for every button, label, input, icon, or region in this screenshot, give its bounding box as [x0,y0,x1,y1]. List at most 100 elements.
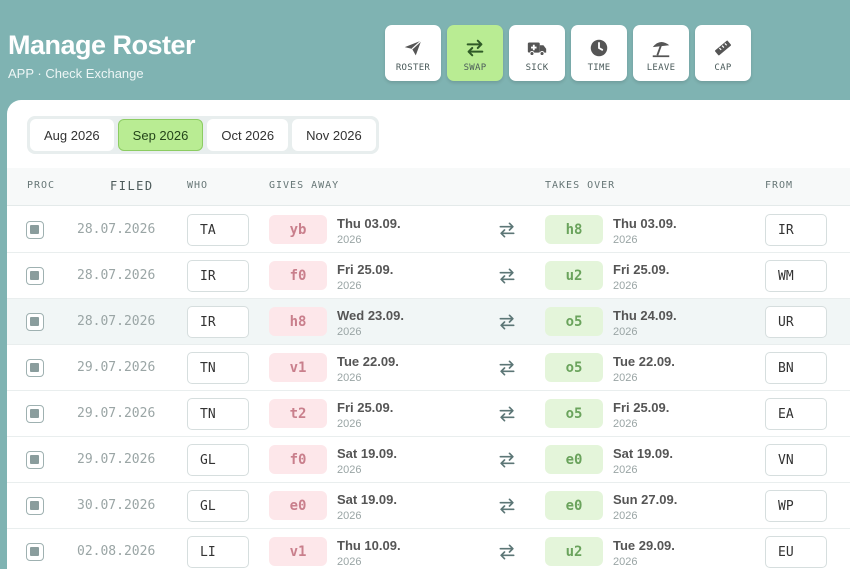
take-year: 2026 [613,372,638,384]
nav-swap-button[interactable]: SWAP [447,25,503,81]
swap-arrows-icon [497,404,517,424]
col-who-header: WHO [187,180,209,191]
give-shift-badge: yb [269,215,327,244]
give-shift-badge: t2 [269,399,327,428]
who-field[interactable]: IR [187,306,249,338]
table-row[interactable]: 28.07.2026 TA yb Thu 03.09. 2026 h8 Thu 03.09.… [7,207,850,253]
give-year: 2026 [337,464,362,476]
tab-aug-2026[interactable]: Aug 2026 [30,119,114,151]
paper-plane-icon [404,40,422,56]
give-day: Fri 25.09. [337,262,394,277]
give-shift-badge: e0 [269,491,327,520]
give-shift-badge: f0 [269,261,327,290]
give-year: 2026 [337,280,362,292]
from-field[interactable]: WP [765,490,827,522]
give-shift-badge: h8 [269,307,327,336]
swap-arrows-icon [497,358,517,378]
take-day: Fri 25.09. [613,262,670,277]
take-day: Tue 29.09. [613,538,675,553]
swap-arrows-icon [497,450,517,470]
ambulance-icon [527,42,547,56]
nav-roster-button[interactable]: ROSTER [385,25,441,81]
from-field[interactable]: BN [765,352,827,384]
from-field[interactable]: WM [765,260,827,292]
take-shift-badge: o5 [545,399,603,428]
take-shift-badge: h8 [545,215,603,244]
take-shift-badge: u2 [545,261,603,290]
nav-cap-button[interactable]: CAP [695,25,751,81]
proc-checkbox[interactable] [26,543,44,561]
give-day: Thu 10.09. [337,538,401,553]
take-day: Sun 27.09. [613,492,678,507]
take-day: Tue 22.09. [613,354,675,369]
give-day: Tue 22.09. [337,354,399,369]
filed-date: 28.07.2026 [77,314,156,329]
take-day: Thu 24.09. [613,308,677,323]
give-year: 2026 [337,418,362,430]
from-field[interactable]: EU [765,536,827,568]
who-field[interactable]: TN [187,398,249,430]
beach-umbrella-icon [652,41,670,58]
swap-arrows-icon [497,220,517,240]
swap-arrows-icon [497,496,517,516]
clock-icon [590,39,608,57]
top-nav: ROSTER SWAP SICK TIME LEAVE CAP [385,25,751,81]
col-from-header: FROM [765,180,794,191]
tab-oct-2026[interactable]: Oct 2026 [207,119,289,151]
filed-date: 29.07.2026 [77,452,156,467]
proc-checkbox[interactable] [26,405,44,423]
table-row[interactable]: 28.07.2026 IR h8 Wed 23.09. 2026 o5 Thu 24.09.… [7,299,850,345]
nav-sick-label: SICK [525,63,549,73]
take-year: 2026 [613,556,638,568]
give-day: Wed 23.09. [337,308,404,323]
proc-checkbox[interactable] [26,313,44,331]
table-row[interactable]: 29.07.2026 GL f0 Sat 19.09. 2026 e0 Sat 19.09.… [7,437,850,483]
col-filed-header[interactable]: FILED [110,179,154,193]
proc-checkbox[interactable] [26,359,44,377]
from-field[interactable]: EA [765,398,827,430]
proc-checkbox[interactable] [26,451,44,469]
main-panel: Aug 2026 Sep 2026 Oct 2026 Nov 2026 PROC… [7,100,850,569]
who-field[interactable]: LI [187,536,249,568]
who-field[interactable]: GL [187,444,249,476]
proc-checkbox[interactable] [26,497,44,515]
table-row[interactable]: 02.08.2026 LI v1 Thu 10.09. 2026 u2 Tue 29.09.… [7,529,850,569]
take-shift-badge: e0 [545,445,603,474]
nav-leave-label: LEAVE [646,63,676,73]
filed-date: 30.07.2026 [77,498,156,513]
who-field[interactable]: GL [187,490,249,522]
month-tabs: Aug 2026 Sep 2026 Oct 2026 Nov 2026 [27,116,379,154]
who-field[interactable]: TA [187,214,249,246]
take-year: 2026 [613,464,638,476]
tab-sep-2026[interactable]: Sep 2026 [117,119,204,151]
who-field[interactable]: IR [187,260,249,292]
give-day: Sat 19.09. [337,446,397,461]
take-day: Fri 25.09. [613,400,670,415]
take-day: Sat 19.09. [613,446,673,461]
who-field[interactable]: TN [187,352,249,384]
nav-time-button[interactable]: TIME [571,25,627,81]
from-field[interactable]: UR [765,306,827,338]
filed-date: 02.08.2026 [77,544,156,559]
from-field[interactable]: VN [765,444,827,476]
nav-roster-label: ROSTER [395,63,431,73]
give-year: 2026 [337,234,362,246]
table-row[interactable]: 29.07.2026 TN t2 Fri 25.09. 2026 o5 Fri 25.09.… [7,391,850,437]
filed-date: 29.07.2026 [77,406,156,421]
give-shift-badge: f0 [269,445,327,474]
table-row[interactable]: 30.07.2026 GL e0 Sat 19.09. 2026 e0 Sun 27.09.… [7,483,850,529]
nav-leave-button[interactable]: LEAVE [633,25,689,81]
swap-arrows-icon [497,266,517,286]
from-field[interactable]: IR [765,214,827,246]
give-day: Fri 25.09. [337,400,394,415]
proc-checkbox[interactable] [26,221,44,239]
tab-nov-2026[interactable]: Nov 2026 [292,119,376,151]
col-takes-header: TAKES OVER [545,180,616,191]
table-row[interactable]: 29.07.2026 TN v1 Tue 22.09. 2026 o5 Tue 22.09.… [7,345,850,391]
take-year: 2026 [613,280,638,292]
table-row[interactable]: 28.07.2026 IR f0 Fri 25.09. 2026 u2 Fri 25.09.… [7,253,850,299]
proc-checkbox[interactable] [26,267,44,285]
take-year: 2026 [613,510,638,522]
nav-sick-button[interactable]: SICK [509,25,565,81]
filed-date: 29.07.2026 [77,360,156,375]
